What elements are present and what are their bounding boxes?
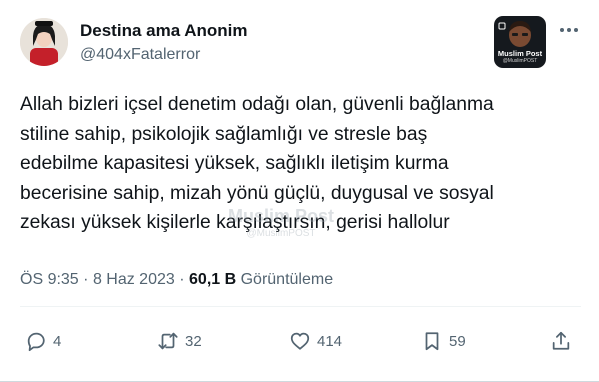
bookmark-icon [425,332,439,351]
watermark-handle: @MuslimPOST [502,58,538,64]
tweet-line: edebilme kapasitesi yüksek, sağlıklı ile… [20,153,449,174]
reply-button[interactable]: 4 [25,326,61,356]
reply-icon [27,332,45,352]
tweet-text: Allah bizleri içsel denetim odağı olan, … [20,90,590,238]
tweet-line: stiline sahip, psikolojik sağlamlığı ve … [20,123,428,145]
avatar-photo [20,18,68,66]
watermark-title: Muslim Post [497,49,543,58]
retweet-button[interactable]: 32 [157,326,202,356]
retweet-icon [158,332,178,350]
avatar[interactable] [20,18,68,66]
views-label: Görüntüleme [240,271,334,288]
tweet-time[interactable]: ÖS 9:35 [20,271,79,288]
like-count: 414 [317,332,343,350]
retweet-count: 32 [185,332,202,350]
watermark-portrait-icon [498,21,531,47]
tweet-date[interactable]: 8 Haz 2023 [93,271,175,288]
meta-separator: · [179,271,185,288]
action-bar: 4 32 414 59 [0,326,599,358]
tweet-line: zekası yüksek kişilerle karşılaştırsın, … [20,212,450,233]
tweet-meta: ÖS 9:35 · 8 Haz 2023 · 60,1 B Görüntülem… [20,271,333,289]
views-count: 60,1 B [189,271,237,288]
like-button[interactable]: 414 [289,326,342,356]
author-display-name[interactable]: Destina ama Anonim [80,21,248,41]
tweet-line: becerisine sahip, mizah yönü güçlü, duyg… [20,182,494,204]
more-options-button[interactable] [556,20,582,40]
author-handle[interactable]: @404xFatalerror [80,46,200,64]
more-horizontal-icon [560,28,578,32]
reply-count: 4 [53,332,62,350]
share-button[interactable] [550,326,572,356]
share-icon [552,331,570,350]
watermark-badge: Muslim Post @MuslimPOST [494,16,546,68]
heart-icon [290,332,310,350]
divider [20,306,581,307]
meta-separator: · [83,271,89,288]
bookmark-count: 59 [449,332,466,350]
bookmark-button[interactable]: 59 [421,326,466,356]
tweet-line: Allah bizleri içsel denetim odağı olan, … [20,94,494,115]
